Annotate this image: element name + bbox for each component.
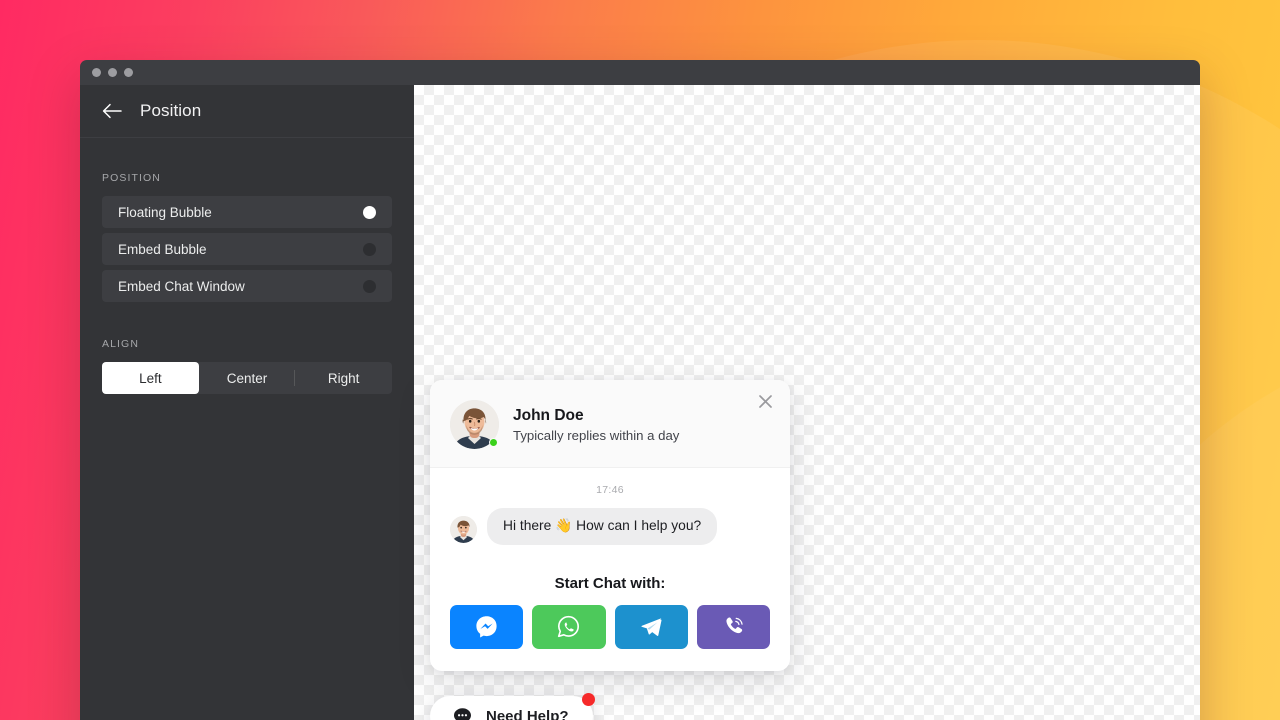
arrow-left-icon[interactable]	[102, 101, 122, 121]
channel-buttons	[450, 604, 770, 671]
app-window: Position POSITION Floating Bubble Embed …	[80, 60, 1200, 720]
close-icon[interactable]	[754, 390, 776, 412]
position-section-label: POSITION	[102, 172, 161, 184]
messenger-button[interactable]	[450, 604, 524, 649]
align-section-label: ALIGN	[102, 338, 140, 350]
agent-name: John Doe	[513, 406, 584, 424]
window-titlebar	[80, 60, 1200, 85]
page-title: Position	[140, 101, 202, 120]
align-option-left[interactable]: Left	[102, 362, 199, 394]
whatsapp-icon	[556, 614, 581, 639]
radio-dot-icon[interactable]	[363, 279, 376, 293]
need-help-label: Need Help?	[486, 707, 569, 720]
radio-dot-icon[interactable]	[363, 242, 376, 256]
position-option-floating-bubble[interactable]: Floating Bubble	[102, 196, 392, 228]
viber-icon	[721, 614, 746, 639]
chat-widget-preview: John Doe Typically replies within a day …	[430, 380, 790, 671]
align-segmented-control: Left Center Right	[102, 362, 392, 394]
agent-info: John Doe Typically replies within a day	[513, 407, 679, 443]
message-bubble: Hi there 👋 How can I help you?	[487, 508, 718, 545]
need-help-bubble[interactable]: Need Help?	[430, 693, 595, 720]
option-label: Embed Bubble	[118, 241, 207, 257]
chat-bubble-dots-icon	[452, 706, 473, 720]
agent-avatar-photo-small	[450, 515, 477, 543]
option-label: Floating Bubble	[118, 204, 212, 220]
window-dot-minimize[interactable]	[108, 68, 117, 77]
position-option-embed-chat-window[interactable]: Embed Chat Window	[102, 270, 392, 302]
align-section: ALIGN Left Center Right	[102, 338, 392, 394]
align-option-center[interactable]: Center	[199, 362, 296, 394]
viber-button[interactable]	[696, 604, 770, 649]
window-dot-close[interactable]	[92, 68, 101, 77]
telegram-button[interactable]	[614, 604, 688, 649]
start-chat-title: Start Chat with:	[554, 574, 666, 592]
align-option-right[interactable]: Right	[295, 362, 392, 394]
chat-widget-header: John Doe Typically replies within a day	[430, 380, 790, 468]
sidebar-content: POSITION Floating Bubble Embed Bubble Em…	[80, 138, 414, 394]
window-dot-zoom[interactable]	[124, 68, 133, 77]
radio-dot-icon[interactable]	[363, 205, 376, 219]
preview-canvas: John Doe Typically replies within a day …	[414, 85, 1200, 720]
option-label: Embed Chat Window	[118, 278, 245, 294]
settings-sidebar: Position POSITION Floating Bubble Embed …	[80, 85, 414, 720]
align-option-label: Center	[226, 370, 268, 386]
avatar	[450, 400, 499, 449]
whatsapp-button[interactable]	[532, 604, 606, 649]
chat-widget-body: 17:46 Hi there 👋 How can I help you? Sta…	[430, 468, 790, 671]
position-option-embed-bubble[interactable]: Embed Bubble	[102, 233, 392, 265]
telegram-icon	[639, 614, 664, 639]
align-option-label: Left	[139, 370, 162, 386]
chat-message: Hi there 👋 How can I help you?	[450, 508, 770, 545]
agent-status: Typically replies within a day	[513, 427, 680, 443]
sidebar-header: Position	[80, 85, 414, 138]
online-status-dot	[489, 438, 498, 447]
window-body: Position POSITION Floating Bubble Embed …	[80, 85, 1200, 720]
messenger-icon	[474, 614, 499, 639]
notification-badge	[581, 693, 595, 706]
message-timestamp: 17:46	[596, 484, 624, 496]
align-option-label: Right	[327, 370, 360, 386]
